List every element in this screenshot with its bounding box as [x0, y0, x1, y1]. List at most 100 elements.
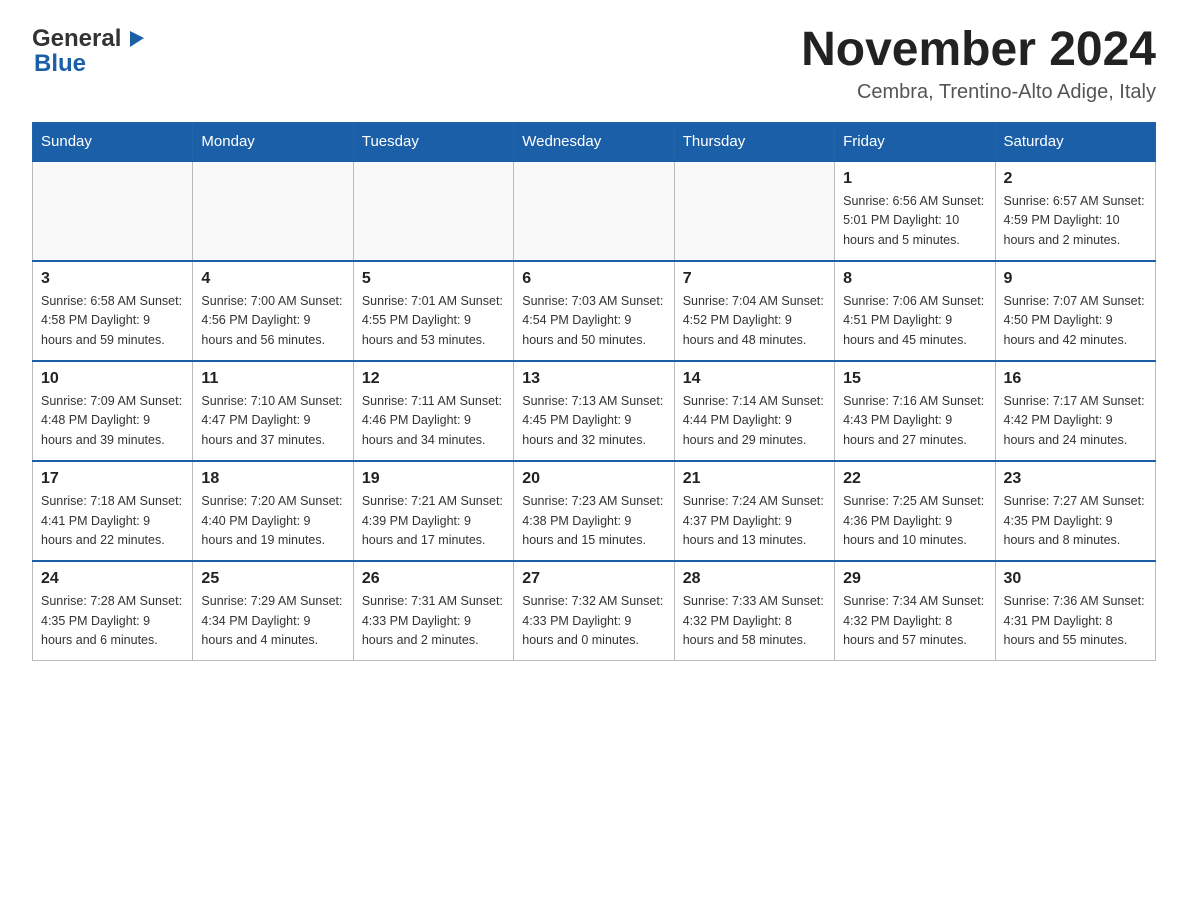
day-number: 9 — [1004, 270, 1147, 288]
day-detail: Sunrise: 7:20 AM Sunset: 4:40 PM Dayligh… — [201, 492, 344, 550]
day-number: 23 — [1004, 470, 1147, 488]
day-detail: Sunrise: 7:31 AM Sunset: 4:33 PM Dayligh… — [362, 592, 505, 650]
day-number: 8 — [843, 270, 986, 288]
calendar-header-row: Sunday Monday Tuesday Wednesday Thursday… — [33, 122, 1156, 161]
logo-general-text: General — [32, 25, 121, 53]
table-row: 27 Sunrise: 7:32 AM Sunset: 4:33 PM Dayli… — [514, 561, 674, 661]
day-number: 26 — [362, 570, 505, 588]
title-block: November 2024 Cembra, Trentino-Alto Adig… — [801, 24, 1156, 104]
day-detail: Sunrise: 7:13 AM Sunset: 4:45 PM Dayligh… — [522, 392, 665, 450]
day-number: 11 — [201, 370, 344, 388]
day-detail: Sunrise: 7:06 AM Sunset: 4:51 PM Dayligh… — [843, 292, 986, 350]
day-detail: Sunrise: 6:57 AM Sunset: 4:59 PM Dayligh… — [1004, 192, 1147, 250]
table-row: 19Sunrise: 7:21 AM Sunset: 4:39 PM Dayli… — [353, 461, 513, 561]
day-number: 22 — [843, 470, 986, 488]
table-row: 1Sunrise: 6:56 AM Sunset: 5:01 PM Daylig… — [835, 161, 995, 261]
day-number: 7 — [683, 270, 826, 288]
day-number: 17 — [41, 470, 184, 488]
day-detail: Sunrise: 7:21 AM Sunset: 4:39 PM Dayligh… — [362, 492, 505, 550]
day-detail: Sunrise: 7:18 AM Sunset: 4:41 PM Dayligh… — [41, 492, 184, 550]
day-number: 15 — [843, 370, 986, 388]
table-row: 3 Sunrise: 6:58 AM Sunset: 4:58 PM Daylig… — [33, 261, 193, 361]
calendar-body: 1Sunrise: 6:56 AM Sunset: 5:01 PM Daylig… — [33, 161, 1156, 661]
day-number: 4 — [201, 270, 344, 288]
table-row: 24 Sunrise: 7:28 AM Sunset: 4:35 PM Dayli… — [33, 561, 193, 661]
day-number: 5 — [362, 270, 505, 288]
table-row: 30Sunrise: 7:36 AM Sunset: 4:31 PM Dayli… — [995, 561, 1155, 661]
table-row: 17 Sunrise: 7:18 AM Sunset: 4:41 PM Dayli… — [33, 461, 193, 561]
day-detail: Sunrise: 7:09 AM Sunset: 4:48 PM Dayligh… — [41, 392, 184, 450]
table-row: 2 Sunrise: 6:57 AM Sunset: 4:59 PM Daylig… — [995, 161, 1155, 261]
col-saturday: Saturday — [995, 122, 1155, 161]
day-number: 12 — [362, 370, 505, 388]
day-detail: Sunrise: 7:24 AM Sunset: 4:37 PM Dayligh… — [683, 492, 826, 550]
day-number: 2 — [1004, 170, 1147, 188]
day-number: 10 — [41, 370, 184, 388]
table-row: 22 Sunrise: 7:25 AM Sunset: 4:36 PM Dayli… — [835, 461, 995, 561]
day-number: 30 — [1004, 570, 1147, 588]
day-number: 29 — [843, 570, 986, 588]
calendar-table: Sunday Monday Tuesday Wednesday Thursday… — [32, 122, 1156, 662]
table-row: 28Sunrise: 7:33 AM Sunset: 4:32 PM Dayli… — [674, 561, 834, 661]
day-number: 20 — [522, 470, 665, 488]
table-row: 29Sunrise: 7:34 AM Sunset: 4:32 PM Dayli… — [835, 561, 995, 661]
logo-arrow-icon — [124, 27, 146, 54]
col-sunday: Sunday — [33, 122, 193, 161]
calendar-week-row: 24 Sunrise: 7:28 AM Sunset: 4:35 PM Dayli… — [33, 561, 1156, 661]
day-number: 3 — [41, 270, 184, 288]
day-detail: Sunrise: 7:04 AM Sunset: 4:52 PM Dayligh… — [683, 292, 826, 350]
table-row: 15 Sunrise: 7:16 AM Sunset: 4:43 PM Dayli… — [835, 361, 995, 461]
table-row: 4 Sunrise: 7:00 AM Sunset: 4:56 PM Daylig… — [193, 261, 353, 361]
col-friday: Friday — [835, 122, 995, 161]
day-detail: Sunrise: 7:10 AM Sunset: 4:47 PM Dayligh… — [201, 392, 344, 450]
col-thursday: Thursday — [674, 122, 834, 161]
day-number: 13 — [522, 370, 665, 388]
table-row: 23 Sunrise: 7:27 AM Sunset: 4:35 PM Dayli… — [995, 461, 1155, 561]
calendar-week-row: 10 Sunrise: 7:09 AM Sunset: 4:48 PM Dayli… — [33, 361, 1156, 461]
table-row — [514, 161, 674, 261]
table-row: 11 Sunrise: 7:10 AM Sunset: 4:47 PM Dayli… — [193, 361, 353, 461]
page-header: General Blue November 2024 Cembra, Trent… — [32, 24, 1156, 104]
table-row: 20 Sunrise: 7:23 AM Sunset: 4:38 PM Dayli… — [514, 461, 674, 561]
day-detail: Sunrise: 7:25 AM Sunset: 4:36 PM Dayligh… — [843, 492, 986, 550]
table-row: 6 Sunrise: 7:03 AM Sunset: 4:54 PM Daylig… — [514, 261, 674, 361]
day-detail: Sunrise: 7:07 AM Sunset: 4:50 PM Dayligh… — [1004, 292, 1147, 350]
calendar-week-row: 1Sunrise: 6:56 AM Sunset: 5:01 PM Daylig… — [33, 161, 1156, 261]
page-title: November 2024 — [801, 24, 1156, 77]
logo-blue-text: Blue — [34, 50, 86, 78]
table-row: 5 Sunrise: 7:01 AM Sunset: 4:55 PM Daylig… — [353, 261, 513, 361]
table-row: 25Sunrise: 7:29 AM Sunset: 4:34 PM Dayli… — [193, 561, 353, 661]
table-row: 9 Sunrise: 7:07 AM Sunset: 4:50 PM Daylig… — [995, 261, 1155, 361]
day-detail: Sunrise: 7:28 AM Sunset: 4:35 PM Dayligh… — [41, 592, 184, 650]
day-number: 28 — [683, 570, 826, 588]
day-number: 16 — [1004, 370, 1147, 388]
day-number: 24 — [41, 570, 184, 588]
day-detail: Sunrise: 7:11 AM Sunset: 4:46 PM Dayligh… — [362, 392, 505, 450]
day-detail: Sunrise: 7:03 AM Sunset: 4:54 PM Dayligh… — [522, 292, 665, 350]
col-wednesday: Wednesday — [514, 122, 674, 161]
day-detail: Sunrise: 7:27 AM Sunset: 4:35 PM Dayligh… — [1004, 492, 1147, 550]
table-row: 14Sunrise: 7:14 AM Sunset: 4:44 PM Dayli… — [674, 361, 834, 461]
day-number: 18 — [201, 470, 344, 488]
day-detail: Sunrise: 6:58 AM Sunset: 4:58 PM Dayligh… — [41, 292, 184, 350]
table-row — [353, 161, 513, 261]
day-detail: Sunrise: 7:32 AM Sunset: 4:33 PM Dayligh… — [522, 592, 665, 650]
table-row: 18 Sunrise: 7:20 AM Sunset: 4:40 PM Dayli… — [193, 461, 353, 561]
day-number: 6 — [522, 270, 665, 288]
calendar-week-row: 3 Sunrise: 6:58 AM Sunset: 4:58 PM Daylig… — [33, 261, 1156, 361]
day-detail: Sunrise: 7:23 AM Sunset: 4:38 PM Dayligh… — [522, 492, 665, 550]
table-row — [33, 161, 193, 261]
day-detail: Sunrise: 7:16 AM Sunset: 4:43 PM Dayligh… — [843, 392, 986, 450]
day-number: 27 — [522, 570, 665, 588]
day-detail: Sunrise: 7:17 AM Sunset: 4:42 PM Dayligh… — [1004, 392, 1147, 450]
day-number: 14 — [683, 370, 826, 388]
day-number: 21 — [683, 470, 826, 488]
day-detail: Sunrise: 7:01 AM Sunset: 4:55 PM Dayligh… — [362, 292, 505, 350]
day-detail: Sunrise: 7:00 AM Sunset: 4:56 PM Dayligh… — [201, 292, 344, 350]
table-row: 21 Sunrise: 7:24 AM Sunset: 4:37 PM Dayli… — [674, 461, 834, 561]
table-row — [193, 161, 353, 261]
day-number: 25 — [201, 570, 344, 588]
table-row — [674, 161, 834, 261]
calendar-week-row: 17 Sunrise: 7:18 AM Sunset: 4:41 PM Dayli… — [33, 461, 1156, 561]
table-row: 26 Sunrise: 7:31 AM Sunset: 4:33 PM Dayli… — [353, 561, 513, 661]
